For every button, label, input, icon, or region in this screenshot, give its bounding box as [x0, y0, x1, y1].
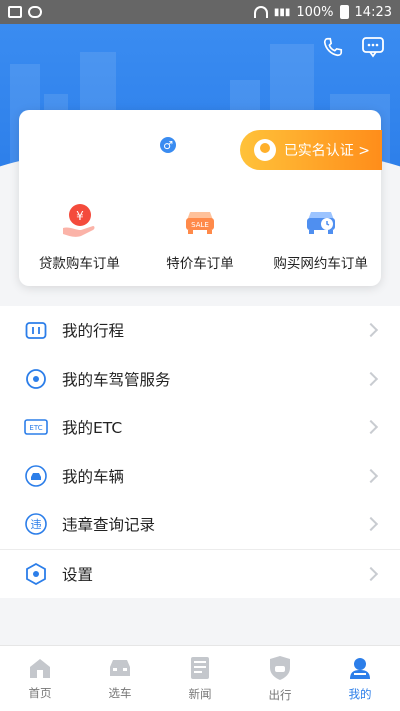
profile-menu: 我的行程 我的车驾管服务 ETC 我的ETC 我的车辆 违 违章查询记录 设置 [0, 306, 400, 598]
suitcase-icon [24, 318, 48, 342]
disc-icon [24, 367, 48, 391]
shortcut-label: 特价车订单 [166, 256, 234, 272]
chevron-right-icon [363, 517, 379, 532]
etc-icon: ETC [24, 415, 48, 439]
tab-travel[interactable]: 出行 [240, 646, 320, 711]
ride-hailing-car-icon [299, 198, 343, 242]
phone-icon[interactable] [320, 34, 346, 60]
car-icon [24, 464, 48, 488]
shortcut-label: 购买网约车订单 [273, 256, 368, 272]
car-select-icon [110, 659, 130, 676]
tab-label: 我的 [348, 686, 372, 701]
menu-item-vehicle-services[interactable]: 我的车驾管服务 [0, 355, 400, 404]
sale-car-icon: SALE [178, 198, 222, 242]
profile-card: ♂ 已实名认证 > ¥ 贷款购车订单 SALE 特价车订单 购买网约车订单 [19, 110, 382, 286]
menu-item-settings[interactable]: 设置 [0, 550, 400, 599]
wifi-icon [253, 6, 268, 18]
shield-car-icon [270, 655, 290, 680]
tab-label: 新闻 [188, 686, 212, 701]
svg-text:ETC: ETC [29, 424, 42, 432]
svg-text:SALE: SALE [191, 221, 209, 229]
menu-item-my-vehicles[interactable]: 我的车辆 [0, 452, 400, 501]
chevron-right-icon [363, 323, 379, 338]
menu-item-label: 违章查询记录 [62, 516, 156, 535]
svg-text:¥: ¥ [77, 209, 85, 223]
shortcut-ride-hailing-order[interactable]: 购买网约车订单 [261, 198, 381, 272]
verified-label: 已实名认证 > [283, 143, 370, 159]
tab-mine[interactable]: 我的 [320, 646, 400, 711]
bottom-nav: 首页 选车 新闻 出行 我的 [0, 645, 400, 711]
tab-label: 首页 [28, 685, 52, 700]
news-icon [191, 656, 209, 679]
signal-icon: ▮▮▮ [273, 6, 291, 18]
header-actions [320, 34, 386, 60]
menu-item-my-trips[interactable]: 我的行程 [0, 306, 400, 355]
tab-home[interactable]: 首页 [0, 646, 80, 711]
verified-user-icon [253, 139, 276, 161]
battery-icon [339, 5, 349, 19]
violation-icon: 违 [24, 512, 48, 536]
svg-text:违: 违 [31, 518, 42, 531]
order-shortcuts: ¥ 贷款购车订单 SALE 特价车订单 购买网约车订单 [19, 198, 381, 272]
status-bar: ▮▮▮ 100% 14:23 [0, 0, 400, 24]
battery-percentage: 100% [296, 4, 334, 20]
menu-item-label: 我的车辆 [62, 467, 125, 486]
chevron-right-icon [363, 468, 379, 483]
tab-label: 选车 [108, 685, 132, 700]
menu-item-label: 我的ETC [62, 419, 123, 438]
settings-hex-icon [24, 562, 48, 586]
shortcut-loan-car-order[interactable]: ¥ 贷款购车订单 [19, 198, 139, 272]
menu-item-label: 我的车驾管服务 [62, 370, 171, 389]
wechat-notification-icon [28, 6, 42, 18]
home-icon [30, 658, 50, 678]
menu-item-violation-records[interactable]: 违 违章查询记录 [0, 500, 400, 549]
menu-item-my-etc[interactable]: ETC 我的ETC [0, 403, 400, 452]
shortcut-sale-car-order[interactable]: SALE 特价车订单 [140, 198, 260, 272]
shortcut-label: 贷款购车订单 [38, 256, 120, 272]
tab-news[interactable]: 新闻 [160, 646, 240, 711]
gender-male-icon: ♂ [160, 137, 176, 153]
chevron-right-icon [363, 420, 379, 435]
tab-label: 出行 [268, 687, 292, 702]
loan-yuan-icon: ¥ [57, 198, 101, 242]
tab-choose-car[interactable]: 选车 [80, 646, 160, 711]
verified-badge-button[interactable]: 已实名认证 > [239, 130, 382, 170]
message-icon[interactable] [360, 34, 386, 60]
chevron-right-icon [363, 371, 379, 386]
chevron-right-icon [363, 566, 379, 581]
gallery-notification-icon [8, 6, 22, 18]
menu-item-label: 我的行程 [62, 322, 125, 341]
clock: 14:23 [354, 4, 392, 20]
menu-item-label: 设置 [62, 565, 94, 584]
user-icon [350, 657, 370, 679]
